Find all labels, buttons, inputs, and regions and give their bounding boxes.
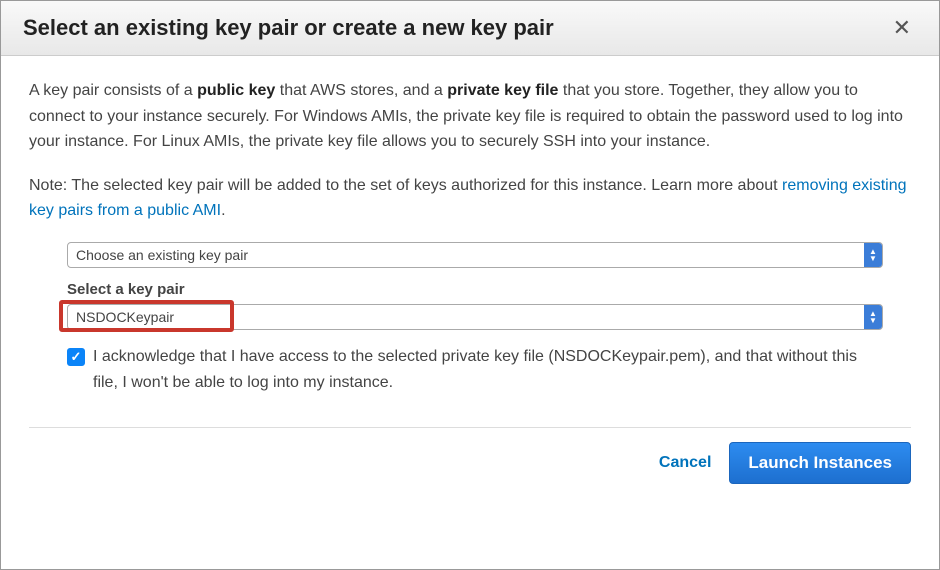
footer-divider xyxy=(29,427,911,428)
cancel-button[interactable]: Cancel xyxy=(659,454,711,472)
desc-text-1: A key pair consists of a xyxy=(29,82,197,99)
modal-footer: Cancel Launch Instances xyxy=(1,442,939,504)
acknowledge-row: ✓ I acknowledge that I have access to th… xyxy=(67,344,883,395)
acknowledge-text: I acknowledge that I have access to the … xyxy=(93,344,883,395)
modal-body: A key pair consists of a public key that… xyxy=(1,56,939,405)
chevron-updown-icon: ▲▼ xyxy=(864,243,882,267)
keypair-description: A key pair consists of a public key that… xyxy=(29,78,911,155)
note-line: Note: The selected key pair will be adde… xyxy=(29,173,911,224)
launch-instances-button[interactable]: Launch Instances xyxy=(729,442,911,484)
form-area: Choose an existing key pair ▲▼ Select a … xyxy=(29,242,911,395)
note-suffix: . xyxy=(221,202,225,219)
close-icon[interactable]: ✕ xyxy=(887,15,917,41)
keypair-mode-value: Choose an existing key pair xyxy=(76,244,248,266)
chevron-updown-icon: ▲▼ xyxy=(864,305,882,329)
desc-bold-1: public key xyxy=(197,82,275,99)
keypair-select-value: NSDOCKeypair xyxy=(76,306,174,328)
select-keypair-label: Select a key pair xyxy=(67,278,883,302)
note-text: Note: The selected key pair will be adde… xyxy=(29,177,782,194)
keypair-select[interactable]: NSDOCKeypair ▲▼ xyxy=(67,304,883,330)
acknowledge-checkbox[interactable]: ✓ xyxy=(67,348,85,366)
keypair-mode-select[interactable]: Choose an existing key pair ▲▼ xyxy=(67,242,883,268)
desc-bold-2: private key file xyxy=(447,82,558,99)
modal-header: Select an existing key pair or create a … xyxy=(1,1,939,56)
desc-text-2: that AWS stores, and a xyxy=(275,82,447,99)
modal-title: Select an existing key pair or create a … xyxy=(23,15,554,41)
